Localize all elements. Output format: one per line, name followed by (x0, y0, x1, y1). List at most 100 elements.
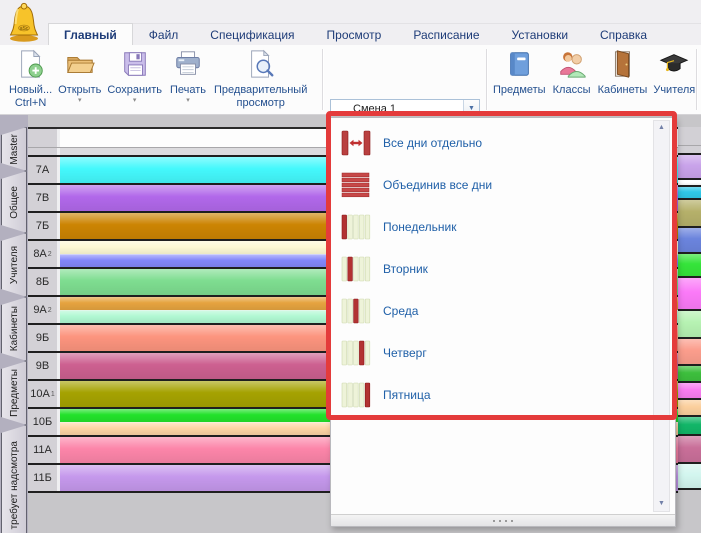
print-icon (173, 49, 203, 84)
dropdown-item[interactable]: Понедельник (331, 206, 651, 248)
toolbar-button-label: Учителя (653, 84, 695, 97)
timetable-next-column-strip (678, 127, 701, 490)
graduation-cap-icon (659, 49, 689, 84)
day-icon (341, 256, 371, 282)
dropdown-item[interactable]: Четверг (331, 332, 651, 374)
dropdown-item-label: Пятница (383, 388, 431, 402)
dropdown-arrow-icon[interactable]: ▾ (78, 97, 82, 105)
class-label[interactable]: 9Б (28, 325, 57, 351)
dropdown-item-label: Вторник (383, 262, 428, 276)
popup-scrollbar[interactable]: ▲ ▼ (653, 120, 670, 512)
ribbon: Новый...Ctrl+NОткрыть▾Сохранить▾Печать▾П… (0, 45, 701, 115)
class-label[interactable]: 9А2 (28, 297, 57, 323)
dropdown-item-label: Все дни отдельно (383, 136, 482, 150)
lesson-cell-partial[interactable] (678, 417, 701, 436)
combo-value: Смена 1 (351, 103, 463, 115)
day-icon (341, 382, 371, 408)
dropdown-item-label: Объединив все дни (383, 178, 492, 192)
group-separator (696, 49, 697, 110)
lesson-cell-partial[interactable] (678, 254, 701, 278)
dropdown-item[interactable]: Пятница (331, 374, 651, 416)
class-label[interactable]: 11Б (28, 465, 57, 491)
toolbar-button[interactable]: Кабинеты (595, 45, 651, 97)
ribbon-tab[interactable]: Спецификация (194, 23, 310, 45)
toolbar-button-label: Классы (553, 84, 591, 97)
class-label[interactable]: 11А (28, 437, 57, 463)
ribbon-tab[interactable]: Файл (133, 23, 195, 45)
dropdown-arrow-icon[interactable]: ▾ (133, 97, 137, 105)
dropdown-item-label: Понедельник (383, 220, 456, 234)
popup-resize-grip[interactable] (331, 514, 675, 526)
lesson-cell-partial[interactable] (678, 366, 701, 383)
sidebar-tab[interactable]: требует надсмотра (1, 425, 27, 533)
class-label[interactable]: 8Б (28, 269, 57, 295)
day-dropdown-items: Все дни отдельно Объединив все дни Понедел… (331, 122, 651, 416)
lesson-cell-partial[interactable] (678, 155, 701, 180)
sidebar-tab-label: Кабинеты (9, 306, 20, 351)
toolbar-button[interactable]: Печать▾ (165, 45, 211, 105)
sidebar-tab-label: Учителя (9, 246, 20, 284)
class-label[interactable]: 10Б (28, 409, 57, 435)
sidebar-tab[interactable]: Общее (1, 171, 27, 233)
ribbon-tab[interactable]: Просмотр (311, 23, 398, 45)
dropdown-item-label: Четверг (383, 346, 427, 360)
sidebar-tab[interactable]: Предметы (1, 361, 27, 425)
lesson-cell-partial[interactable] (678, 436, 701, 464)
ribbon-tab[interactable]: Установки (496, 23, 584, 45)
lesson-cell-partial[interactable] (678, 339, 701, 366)
class-label[interactable]: 9В (28, 353, 57, 379)
scroll-up-icon[interactable]: ▲ (658, 121, 665, 135)
toolbar-button-label: Предметы (493, 84, 546, 97)
dropdown-item[interactable]: Все дни отдельно (331, 122, 651, 164)
students-icon (557, 49, 587, 84)
ribbon-tabs: ГлавныйФайлСпецификацияПросмотрРасписани… (48, 23, 701, 45)
toolbar-button-label: Новый... (9, 84, 52, 97)
class-label[interactable]: 8А2 (28, 241, 57, 267)
dropdown-item[interactable]: Объединив все дни (331, 164, 651, 206)
lesson-cell-partial[interactable] (678, 187, 701, 200)
sidebar-tab-label: требует надсмотра (9, 441, 20, 529)
ribbon-tab[interactable]: Главный (48, 23, 133, 45)
lesson-cell-partial[interactable] (678, 200, 701, 228)
scroll-down-icon[interactable]: ▼ (658, 497, 665, 511)
lesson-cell-partial[interactable] (678, 228, 701, 254)
lesson-cell-partial[interactable] (678, 400, 701, 417)
class-label[interactable]: 7А (28, 157, 57, 183)
logo-text: aSc (20, 26, 29, 32)
toolbar-button[interactable]: Классы (549, 45, 595, 97)
class-label[interactable]: 10А1 (28, 381, 57, 407)
lesson-cell-partial[interactable] (678, 383, 701, 400)
group-separator (322, 49, 323, 110)
file-toolbar-group: Новый...Ctrl+NОткрыть▾Сохранить▾Печать▾П… (6, 45, 310, 115)
dropdown-item[interactable]: Вторник (331, 248, 651, 290)
toolbar-button[interactable]: Новый...Ctrl+N (6, 45, 55, 109)
toolbar-button-sublabel: просмотр (237, 97, 285, 109)
ribbon-tab[interactable]: Справка (584, 23, 663, 45)
toolbar-button-label: Кабинеты (598, 84, 648, 97)
app-logo-bell-icon[interactable]: aSc (7, 2, 41, 42)
sidebar-tab[interactable]: Учителя (1, 233, 27, 297)
lesson-cell-partial[interactable] (678, 278, 701, 311)
lesson-cell-partial[interactable] (678, 464, 701, 490)
lesson-cell-partial[interactable] (678, 311, 701, 339)
toolbar-button[interactable]: Предметы (490, 45, 549, 97)
ribbon-tab[interactable]: Расписание (397, 23, 495, 45)
class-label[interactable]: 7Б (28, 213, 57, 239)
sidebar-tab[interactable]: Master (1, 127, 27, 171)
sidebar-tab[interactable]: Кабинеты (1, 297, 27, 361)
lesson-cell-partial[interactable] (678, 180, 701, 187)
dropdown-item[interactable]: Среда (331, 290, 651, 332)
toolbar-button[interactable]: Сохранить▾ (104, 45, 165, 105)
book-icon (504, 49, 534, 84)
toolbar-button[interactable]: Открыть▾ (55, 45, 104, 105)
sidebar-tabs: MasterОбщее Учителя Кабинеты Предметы требуе… (0, 115, 28, 533)
toolbar-button[interactable]: Учителя (650, 45, 698, 97)
toolbar-button[interactable]: Предварительныйпросмотр (211, 45, 310, 109)
class-label[interactable]: 7В (28, 185, 57, 211)
toolbar-button-label: Открыть (58, 84, 101, 97)
day-dropdown-popup: Все дни отдельно Объединив все дни Понедел… (330, 117, 676, 527)
sidebar-tab-label: Предметы (9, 369, 20, 417)
new-file-icon (16, 49, 46, 84)
open-folder-icon (65, 49, 95, 84)
dropdown-arrow-icon[interactable]: ▾ (186, 97, 190, 105)
